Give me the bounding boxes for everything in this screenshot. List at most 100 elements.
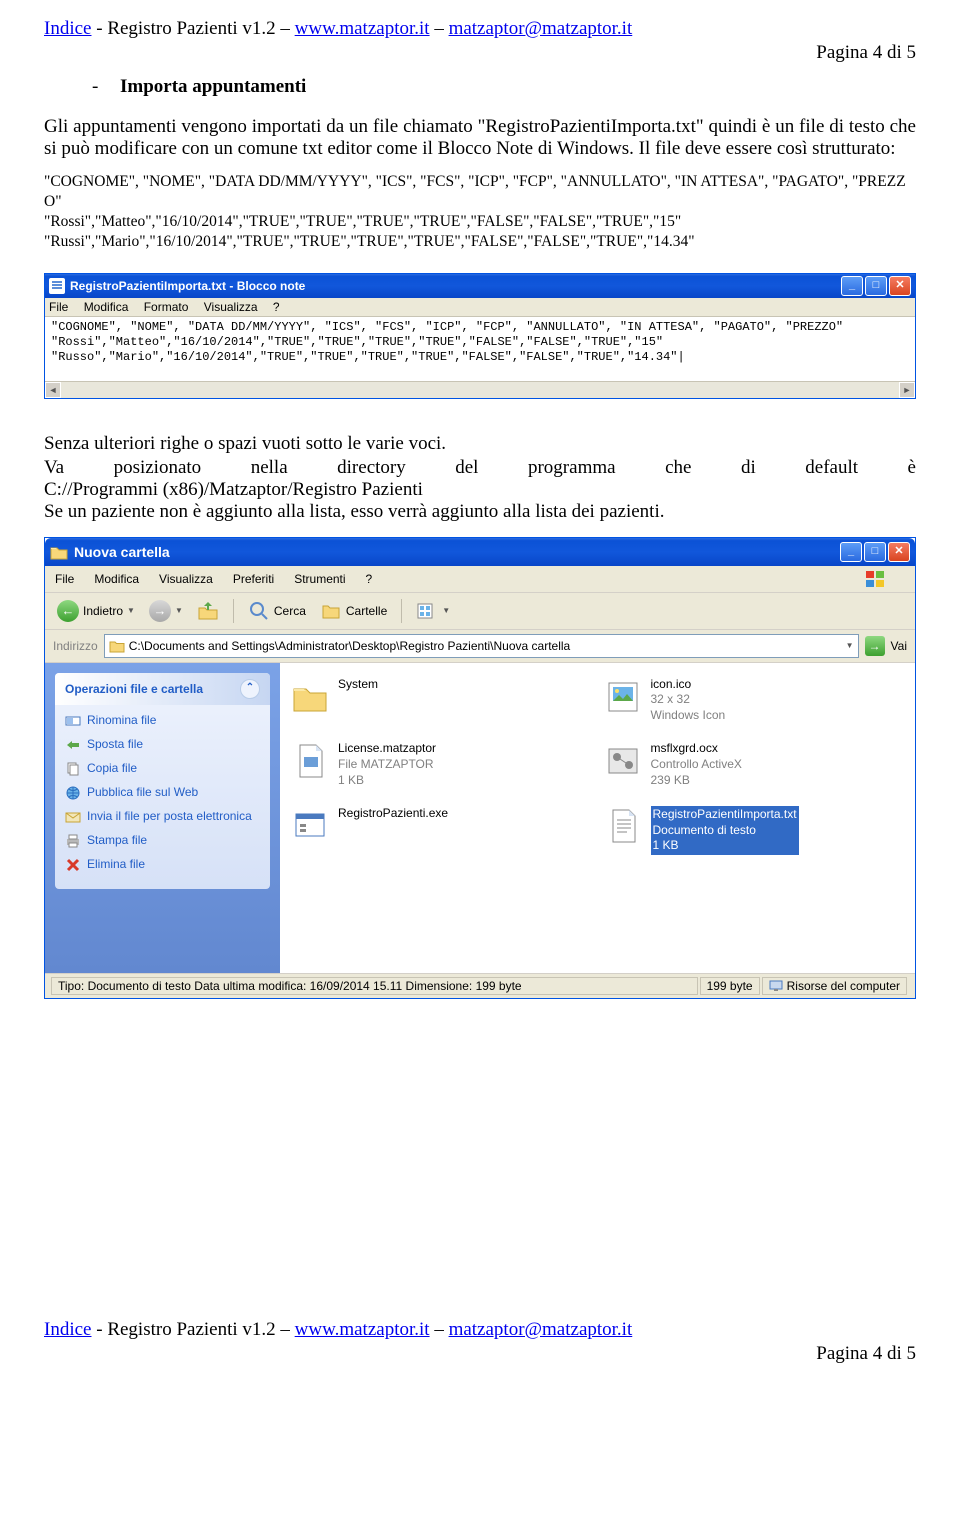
folder-icon (50, 544, 68, 560)
url-link-footer[interactable]: www.matzaptor.it (295, 1319, 430, 1340)
folders-icon (320, 600, 342, 622)
notepad-titlebar[interactable]: RegistroPazientiImporta.txt - Blocco not… (45, 274, 915, 298)
chevron-down-icon: ▼ (175, 606, 183, 615)
scroll-left-icon[interactable]: ◄ (45, 382, 61, 398)
explorer-title: Nuova cartella (74, 544, 840, 560)
notepad-scrollbar[interactable]: ◄ ► (45, 381, 915, 398)
header-line: Indice - Registro Pazienti v1.2 – www.ma… (44, 18, 916, 40)
file-structure-example: "COGNOME", "NOME", "DATA DD/MM/YYYY", "I… (44, 172, 916, 253)
views-button[interactable]: ▼ (412, 599, 454, 623)
footer-line: Indice - Registro Pazienti v1.2 – www.ma… (44, 1319, 916, 1341)
install-path: C://Programmi (x86)/Matzaptor/Registro P… (44, 479, 916, 501)
status-mid: 199 byte (700, 977, 760, 995)
exp-menu-strumenti[interactable]: Strumenti (294, 572, 345, 586)
product-name: Registro Pazienti v1.2 (107, 18, 275, 39)
file-icon-ico[interactable]: icon.ico 32 x 32 Windows Icon (603, 677, 906, 724)
web-icon (65, 785, 81, 801)
menu-visualizza[interactable]: Visualizza (204, 300, 258, 314)
chevron-down-icon[interactable]: ▼ (846, 641, 854, 650)
maximize-button[interactable]: □ (865, 276, 887, 296)
exp-menu-file[interactable]: File (55, 572, 74, 586)
exp-menu-modifica[interactable]: Modifica (94, 572, 139, 586)
move-icon (65, 737, 81, 753)
paragraph-1: Gli appuntamenti vengono importati da un… (44, 116, 916, 160)
indice-link[interactable]: Indice (44, 18, 91, 39)
page-number-bottom: Pagina 4 di 5 (44, 1343, 916, 1365)
menu-modifica[interactable]: Modifica (84, 300, 129, 314)
explorer-menubar: File Modifica Visualizza Preferiti Strum… (45, 566, 915, 593)
forward-button[interactable]: → ▼ (145, 598, 187, 624)
back-button[interactable]: ← Indietro ▼ (53, 598, 139, 624)
folder-icon (109, 639, 125, 653)
image-icon (603, 677, 643, 717)
delete-icon (65, 857, 81, 873)
explorer-window: Nuova cartella _ □ ✕ File Modifica Visua… (44, 537, 916, 999)
task-print[interactable]: Stampa file (65, 833, 260, 849)
file-msflxgrd[interactable]: msflxgrd.ocx Controllo ActiveX 239 KB (603, 741, 906, 788)
search-button[interactable]: Cerca (244, 598, 310, 624)
task-copy[interactable]: Copia file (65, 761, 260, 777)
file-registropazientiimporta[interactable]: RegistroPazientiImporta.txt Documento di… (603, 806, 906, 855)
mail-icon (65, 809, 81, 825)
paragraph-3: Se un paziente non è aggiunto alla lista… (44, 501, 916, 523)
collapse-icon[interactable]: ⌃ (240, 679, 260, 699)
notepad-textarea[interactable]: "COGNOME", "NOME", "DATA DD/MM/YYYY", "I… (45, 317, 915, 381)
exp-menu-visualizza[interactable]: Visualizza (159, 572, 213, 586)
tasks-panel: Operazioni file e cartella ⌃ Rinomina fi… (55, 673, 270, 889)
task-move[interactable]: Sposta file (65, 737, 260, 753)
up-button[interactable] (193, 598, 223, 624)
bullet-label: Importa appuntamenti (120, 76, 306, 97)
computer-icon (769, 979, 783, 993)
task-delete[interactable]: Elimina file (65, 857, 260, 873)
print-icon (65, 833, 81, 849)
txt-icon (603, 806, 643, 846)
back-icon: ← (57, 600, 79, 622)
exp-menu-help[interactable]: ? (366, 572, 373, 586)
url-link[interactable]: www.matzaptor.it (295, 18, 430, 39)
search-icon (248, 600, 270, 622)
tasks-header[interactable]: Operazioni file e cartella ⌃ (55, 673, 270, 705)
menu-file[interactable]: File (49, 300, 68, 314)
folders-button[interactable]: Cartelle (316, 598, 391, 624)
forward-icon: → (149, 600, 171, 622)
address-input[interactable]: C:\Documents and Settings\Administrator\… (104, 634, 859, 658)
go-button[interactable]: → (865, 636, 885, 656)
views-icon (416, 601, 438, 621)
notepad-window: RegistroPazientiImporta.txt - Blocco not… (44, 273, 916, 399)
file-system-folder[interactable]: System (290, 677, 593, 724)
chevron-down-icon: ▼ (127, 606, 135, 615)
bullet-importa: -Importa appuntamenti (92, 76, 916, 98)
folder-up-icon (197, 600, 219, 622)
task-email[interactable]: Invia il file per posta elettronica (65, 809, 260, 825)
file-license[interactable]: License.matzaptor File MATZAPTOR 1 KB (290, 741, 593, 788)
notepad-icon (49, 278, 65, 294)
address-path: C:\Documents and Settings\Administrator\… (129, 639, 571, 653)
file-registropazienti-exe[interactable]: RegistroPazienti.exe (290, 806, 593, 855)
exp-menu-preferiti[interactable]: Preferiti (233, 572, 274, 586)
windows-logo-icon (865, 570, 885, 588)
explorer-sidebar: Operazioni file e cartella ⌃ Rinomina fi… (45, 663, 280, 973)
menu-formato[interactable]: Formato (144, 300, 189, 314)
menu-help[interactable]: ? (273, 300, 280, 314)
chevron-down-icon: ▼ (442, 606, 450, 615)
address-label: Indirizzo (53, 639, 98, 653)
email-link[interactable]: matzaptor@matzaptor.it (449, 18, 633, 39)
rename-icon (65, 713, 81, 729)
minimize-button[interactable]: _ (841, 276, 863, 296)
explorer-close-button[interactable]: ✕ (888, 542, 910, 562)
document-icon (290, 741, 330, 781)
directory-line: Va posizionato nella directory del progr… (44, 457, 916, 479)
task-rename[interactable]: Rinomina file (65, 713, 260, 729)
explorer-maximize-button[interactable]: □ (864, 542, 886, 562)
email-link-footer[interactable]: matzaptor@matzaptor.it (449, 1319, 633, 1340)
explorer-titlebar[interactable]: Nuova cartella _ □ ✕ (45, 538, 915, 566)
status-right: Risorse del computer (762, 977, 907, 995)
scroll-right-icon[interactable]: ► (899, 382, 915, 398)
task-publish[interactable]: Pubblica file sul Web (65, 785, 260, 801)
page-number-top: Pagina 4 di 5 (44, 42, 916, 64)
close-button[interactable]: ✕ (889, 276, 911, 296)
explorer-minimize-button[interactable]: _ (840, 542, 862, 562)
indice-link-footer[interactable]: Indice (44, 1319, 91, 1340)
explorer-file-pane[interactable]: System icon.ico 32 x 32 Windows Icon (280, 663, 915, 973)
ocx-icon (603, 741, 643, 781)
